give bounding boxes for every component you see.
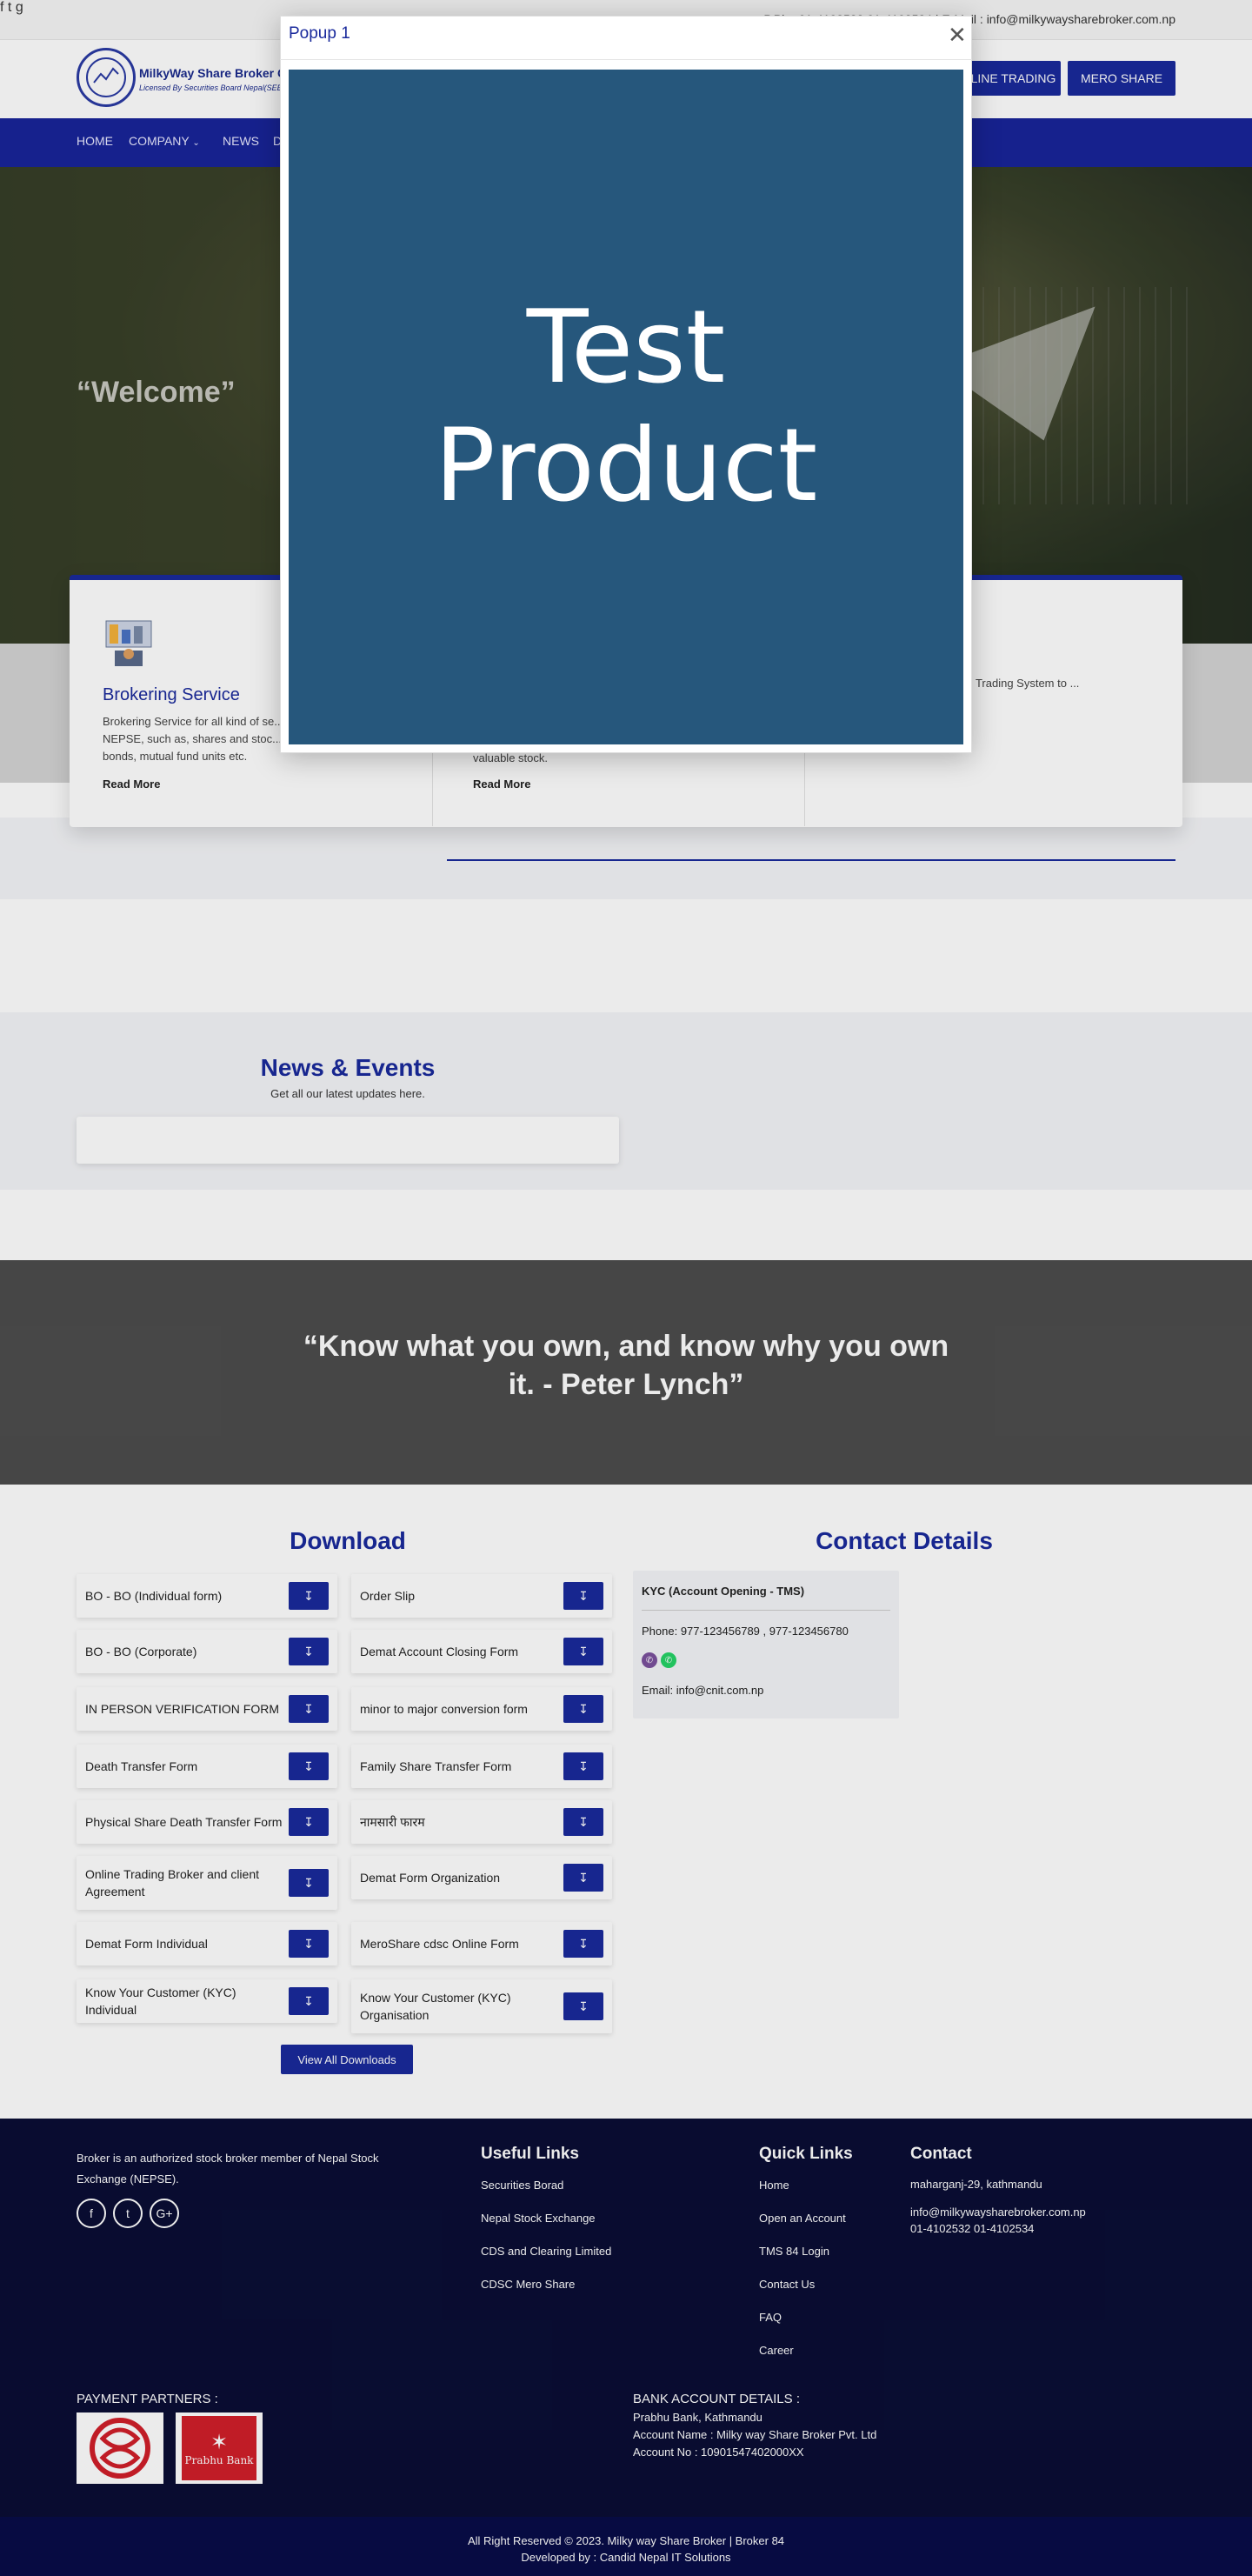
popup-divider <box>280 59 972 60</box>
popup-image-line-1: Test <box>526 289 726 406</box>
popup-title: Popup 1 <box>289 24 350 43</box>
popup-image-text: Test Product <box>435 289 817 525</box>
close-icon[interactable]: ✕ <box>948 23 967 46</box>
popup-image-line-2: Product <box>434 407 818 524</box>
popup-product-image: Test Product <box>289 70 963 744</box>
